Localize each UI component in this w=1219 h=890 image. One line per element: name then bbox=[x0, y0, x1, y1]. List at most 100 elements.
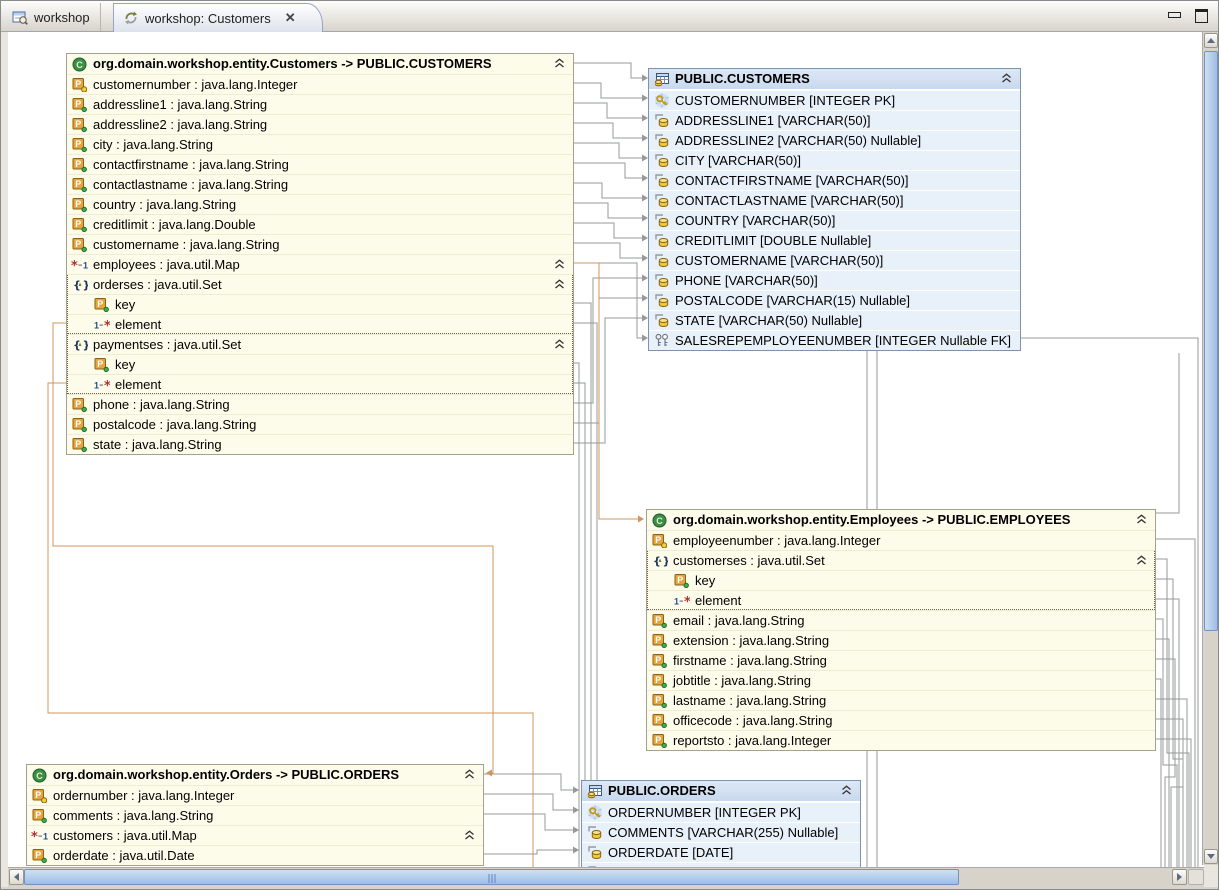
collection-sub-box[interactable]: {}customerses : java.util.SetPkey1*eleme… bbox=[647, 550, 1155, 610]
collapse-chevron-icon[interactable] bbox=[464, 769, 475, 780]
close-icon[interactable]: ✕ bbox=[285, 10, 296, 26]
attribute-row[interactable]: SALESREPEMPLOYEENUMBER [INTEGER Nullable… bbox=[649, 330, 1020, 350]
attribute-row[interactable]: Pextension : java.lang.String bbox=[647, 630, 1155, 650]
property-icon: P bbox=[651, 693, 668, 708]
tab-workshop[interactable]: workshop bbox=[3, 3, 101, 31]
attribute-row[interactable]: Ppostalcode : java.lang.String bbox=[67, 414, 573, 434]
collection-sub-box[interactable]: {}orderses : java.util.SetPkey1*element bbox=[67, 274, 573, 334]
attribute-row[interactable]: Pcity : java.lang.String bbox=[67, 134, 573, 154]
attribute-row[interactable]: CITY [VARCHAR(50)] bbox=[649, 150, 1020, 170]
collection-sub-box[interactable]: {}paymentses : java.util.SetPkey1*elemen… bbox=[67, 334, 573, 394]
attribute-row[interactable]: Paddressline2 : java.lang.String bbox=[67, 114, 573, 134]
attribute-row[interactable]: Pcontactlastname : java.lang.String bbox=[67, 174, 573, 194]
entity-customers[interactable]: Corg.domain.workshop.entity.Customers ->… bbox=[66, 53, 574, 455]
attribute-row[interactable]: 1*element bbox=[67, 314, 573, 334]
entity-header[interactable]: Corg.domain.workshop.entity.Orders -> PU… bbox=[27, 765, 483, 785]
scroll-down-button[interactable] bbox=[1204, 849, 1218, 864]
attribute-row[interactable]: 1*element bbox=[67, 374, 573, 394]
row-label: creditlimit : java.lang.Double bbox=[93, 215, 256, 234]
scroll-left-button[interactable] bbox=[9, 869, 24, 885]
attribute-row[interactable]: Pkey bbox=[67, 354, 573, 374]
horizontal-scroll-thumb[interactable] bbox=[24, 869, 959, 885]
attribute-row[interactable]: ORDERDATE [DATE] bbox=[582, 842, 860, 862]
attribute-row[interactable]: Pofficecode : java.lang.String bbox=[647, 710, 1155, 730]
attribute-row[interactable]: COUNTRY [VARCHAR(50)] bbox=[649, 210, 1020, 230]
attribute-row[interactable]: Plastname : java.lang.String bbox=[647, 690, 1155, 710]
svg-text:P: P bbox=[75, 399, 81, 409]
attribute-row[interactable]: Preportsto : java.lang.Integer bbox=[647, 730, 1155, 750]
attribute-row[interactable]: Pkey bbox=[647, 570, 1155, 590]
row-label: ADDRESSLINE2 [VARCHAR(50) Nullable] bbox=[675, 131, 921, 150]
attribute-row[interactable]: Pcreditlimit : java.lang.Double bbox=[67, 214, 573, 234]
vertical-scroll-thumb[interactable] bbox=[1204, 51, 1218, 631]
attribute-row[interactable]: Pemployeenumber : java.lang.Integer bbox=[647, 530, 1155, 550]
attribute-row[interactable]: {}paymentses : java.util.Set bbox=[67, 334, 573, 354]
relationship-line bbox=[1156, 353, 1179, 513]
attribute-row[interactable]: 1*element bbox=[647, 590, 1155, 610]
attribute-row[interactable]: Pfirstname : java.lang.String bbox=[647, 650, 1155, 670]
relationship-line bbox=[484, 850, 577, 854]
attribute-row[interactable]: POSTALCODE [VARCHAR(15) Nullable] bbox=[649, 290, 1020, 310]
entity-orders[interactable]: Corg.domain.workshop.entity.Orders -> PU… bbox=[26, 764, 484, 866]
attribute-row[interactable]: Pcustomernumber : java.lang.Integer bbox=[67, 74, 573, 94]
attribute-row[interactable]: CUSTOMERNUMBER [INTEGER PK] bbox=[649, 90, 1020, 110]
diagram-canvas[interactable]: Corg.domain.workshop.entity.Customers ->… bbox=[8, 32, 1204, 867]
collapse-chevron-icon[interactable] bbox=[1136, 514, 1147, 525]
attribute-row[interactable]: Pcomments : java.lang.String bbox=[27, 805, 483, 825]
svg-text:P: P bbox=[75, 159, 81, 169]
attribute-row[interactable]: Pemail : java.lang.String bbox=[647, 610, 1155, 630]
attribute-row[interactable]: {}customerses : java.util.Set bbox=[647, 550, 1155, 570]
horizontal-scrollbar[interactable] bbox=[8, 867, 1204, 887]
collapse-chevron-icon[interactable] bbox=[554, 58, 565, 69]
attribute-row[interactable]: ADDRESSLINE1 [VARCHAR(50)] bbox=[649, 110, 1020, 130]
attribute-row[interactable]: Porderdate : java.util.Date bbox=[27, 845, 483, 865]
attribute-row[interactable]: *1customers : java.util.Map bbox=[27, 825, 483, 845]
attribute-row[interactable]: ORDERNUMBER [INTEGER PK] bbox=[582, 802, 860, 822]
attribute-row[interactable]: ADDRESSLINE2 [VARCHAR(50) Nullable] bbox=[649, 130, 1020, 150]
box-title: org.domain.workshop.entity.Orders -> PUB… bbox=[53, 765, 399, 785]
attribute-row[interactable]: STATE [VARCHAR(50) Nullable] bbox=[649, 310, 1020, 330]
attribute-row[interactable]: Pcontactfirstname : java.lang.String bbox=[67, 154, 573, 174]
attribute-row[interactable]: PHONE [VARCHAR(50)] bbox=[649, 270, 1020, 290]
collapse-chevron-icon[interactable] bbox=[554, 339, 565, 350]
collapse-chevron-icon[interactable] bbox=[1001, 73, 1012, 84]
table-customers[interactable]: PUBLIC.CUSTOMERSCUSTOMERNUMBER [INTEGER … bbox=[648, 68, 1021, 351]
attribute-row[interactable]: Pcustomername : java.lang.String bbox=[67, 234, 573, 254]
attribute-row[interactable]: CREDITLIMIT [DOUBLE Nullable] bbox=[649, 230, 1020, 250]
attribute-row[interactable]: Pordernumber : java.lang.Integer bbox=[27, 785, 483, 805]
scroll-up-button[interactable] bbox=[1204, 33, 1218, 48]
collapse-chevron-icon[interactable] bbox=[1136, 555, 1147, 566]
attribute-row[interactable]: Pcountry : java.lang.String bbox=[67, 194, 573, 214]
attribute-row[interactable]: Paddressline1 : java.lang.String bbox=[67, 94, 573, 114]
collapse-chevron-icon[interactable] bbox=[841, 785, 852, 796]
attribute-row[interactable]: CONTACTFIRSTNAME [VARCHAR(50)] bbox=[649, 170, 1020, 190]
attribute-row[interactable]: Pstate : java.lang.String bbox=[67, 434, 573, 454]
attribute-row[interactable]: CUSTOMERNAME [VARCHAR(50)] bbox=[649, 250, 1020, 270]
entity-header[interactable]: Corg.domain.workshop.entity.Employees ->… bbox=[647, 510, 1155, 530]
row-label: addressline1 : java.lang.String bbox=[93, 95, 267, 114]
svg-text:P: P bbox=[75, 239, 81, 249]
vertical-scrollbar[interactable] bbox=[1202, 32, 1218, 865]
tab-workshop-customers[interactable]: workshop: Customers ✕ bbox=[113, 3, 323, 32]
collapse-chevron-icon[interactable] bbox=[464, 830, 475, 841]
table-header[interactable]: PUBLIC.ORDERS bbox=[582, 781, 860, 802]
collapse-chevron-icon[interactable] bbox=[554, 259, 565, 270]
scroll-right-button[interactable] bbox=[1172, 869, 1187, 885]
many-to-one-icon: *1 bbox=[31, 828, 48, 843]
attribute-row[interactable]: Pkey bbox=[67, 294, 573, 314]
arrowhead-icon bbox=[486, 770, 492, 777]
maximize-icon[interactable] bbox=[1195, 9, 1208, 23]
attribute-row[interactable]: Pjobtitle : java.lang.String bbox=[647, 670, 1155, 690]
table-header[interactable]: PUBLIC.CUSTOMERS bbox=[649, 69, 1020, 90]
entity-employees[interactable]: Corg.domain.workshop.entity.Employees ->… bbox=[646, 509, 1156, 751]
entity-header[interactable]: Corg.domain.workshop.entity.Customers ->… bbox=[67, 54, 573, 74]
minimize-icon[interactable] bbox=[1168, 12, 1181, 18]
attribute-row[interactable]: Pphone : java.lang.String bbox=[67, 394, 573, 414]
attribute-row[interactable]: {}orderses : java.util.Set bbox=[67, 274, 573, 294]
attribute-row[interactable]: COMMENTS [VARCHAR(255) Nullable] bbox=[582, 822, 860, 842]
attribute-row[interactable]: CONTACTLASTNAME [VARCHAR(50)] bbox=[649, 190, 1020, 210]
attribute-row[interactable]: *1employees : java.util.Map bbox=[67, 254, 573, 274]
collapse-chevron-icon[interactable] bbox=[554, 279, 565, 290]
relationship-line bbox=[484, 774, 577, 790]
table-orders[interactable]: PUBLIC.ORDERSORDERNUMBER [INTEGER PK]COM… bbox=[581, 780, 861, 867]
